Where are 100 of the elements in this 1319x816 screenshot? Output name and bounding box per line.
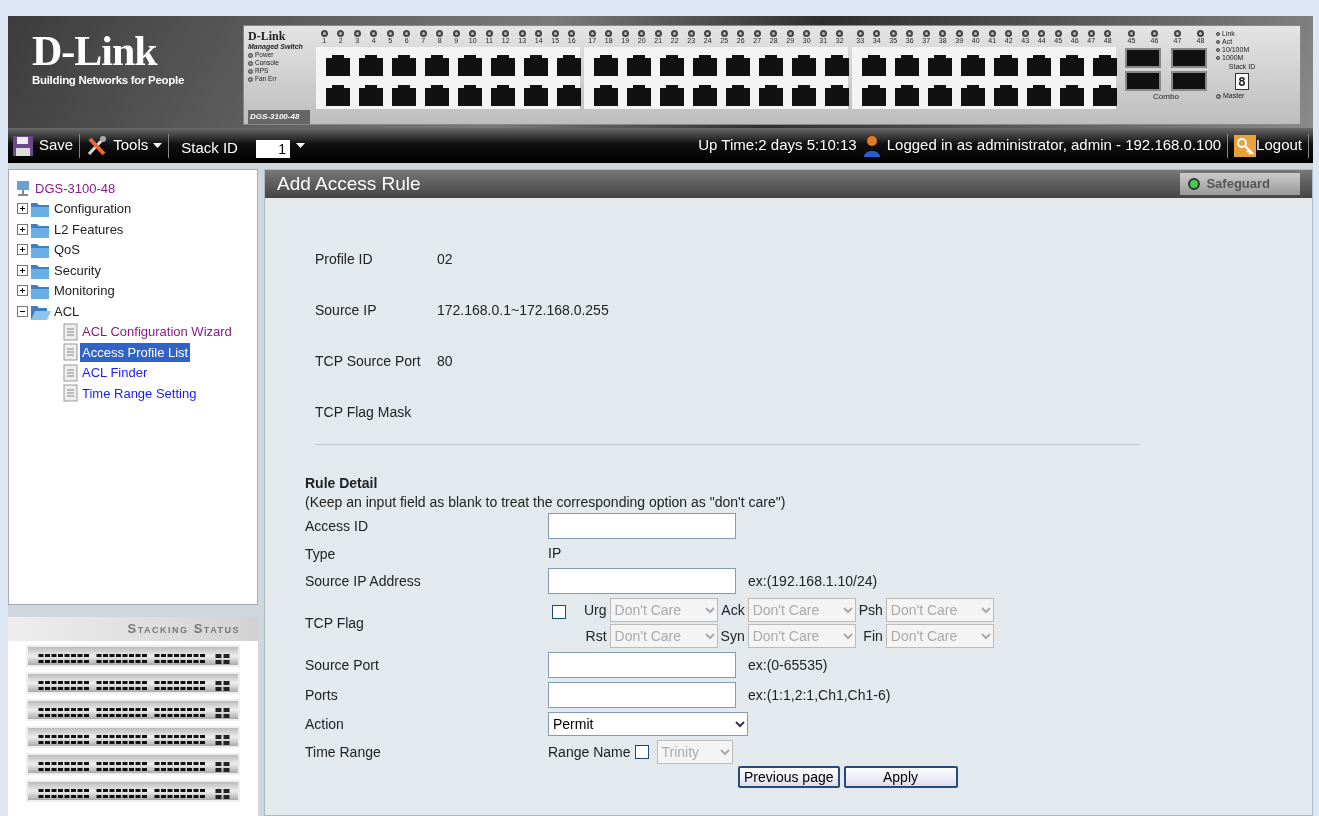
- tree-link[interactable]: Time Range Setting: [80, 383, 199, 403]
- expand-icon[interactable]: [17, 244, 28, 256]
- port-led-icon: [704, 30, 712, 37]
- apply-button[interactable]: Apply: [843, 766, 958, 788]
- stack-id-select[interactable]: 1: [255, 139, 290, 158]
- logout-button[interactable]: Logout: [1234, 134, 1302, 157]
- port-led-icon: [955, 30, 963, 37]
- port-led-icon: [518, 30, 526, 37]
- switch-unit-drawing[interactable]: [26, 699, 240, 721]
- tools-menu-button[interactable]: Tools: [86, 134, 163, 157]
- port-led-icon: [452, 30, 460, 37]
- status-led-icon: [1216, 56, 1220, 60]
- field-label: Profile ID: [315, 250, 374, 269]
- uptime-text: Up Time:2 days 5:10:13: [698, 135, 857, 156]
- save-button[interactable]: Save: [12, 134, 74, 157]
- tree-folder-label[interactable]: ACL: [54, 301, 80, 321]
- port-led-icon: [568, 30, 576, 37]
- port-led-icon: [502, 30, 510, 37]
- port-led-icon: [1174, 30, 1181, 37]
- dropdown-select[interactable]: Permit: [548, 712, 748, 736]
- page-icon: [63, 384, 78, 403]
- safeguard-label: Safeguard: [1206, 175, 1270, 194]
- port-led-icon: [671, 30, 679, 37]
- page-icon: [63, 343, 78, 362]
- format-hint: ex:(192.168.1.10/24): [748, 571, 878, 591]
- port-led-icon: [419, 30, 427, 37]
- tagline: Building Networks for People: [32, 73, 185, 88]
- port-led-icon: [906, 30, 914, 37]
- logo-text: D-Link: [32, 30, 159, 72]
- switch-unit-drawing[interactable]: [26, 726, 240, 748]
- status-led-icon: [1216, 32, 1220, 36]
- text-input-field[interactable]: [548, 652, 736, 678]
- section-heading: Rule Detail: [305, 474, 379, 493]
- format-hint: ex:(1:1,2:1,Ch1,Ch1-6): [748, 685, 891, 705]
- previous-page-button[interactable]: Previous page: [738, 766, 840, 788]
- switch-unit-drawing[interactable]: [26, 645, 240, 667]
- expand-icon[interactable]: [17, 223, 28, 235]
- tree-link[interactable]: ACL Configuration Wizard: [80, 322, 234, 342]
- expand-icon[interactable]: [17, 264, 28, 276]
- port-led-icon: [687, 30, 695, 37]
- status-led-icon: [248, 60, 253, 66]
- stacking-status-heading: Stacking Status: [8, 617, 258, 641]
- tree-folder-label[interactable]: Monitoring: [54, 281, 115, 301]
- port-led-icon: [1104, 30, 1112, 37]
- range-name-label: Range Name: [548, 742, 631, 762]
- switch-unit-drawing[interactable]: [26, 672, 240, 694]
- port-led-icon: [535, 30, 543, 37]
- field-label: Type: [305, 544, 337, 563]
- tree-link[interactable]: Access Profile List: [80, 342, 191, 362]
- field-label: Source IP: [315, 301, 378, 320]
- flag-label: Urg: [584, 600, 607, 620]
- port-led-icon: [403, 30, 411, 37]
- field-label: Source IP Address: [305, 571, 422, 591]
- status-led-icon: [1216, 48, 1220, 52]
- tree-folder-label[interactable]: Configuration: [54, 199, 132, 219]
- stack-id-label: Stack ID: [181, 138, 238, 159]
- field-label: TCP Flag: [305, 613, 365, 633]
- port-led-icon: [320, 30, 328, 37]
- field-label: Ports: [305, 685, 339, 705]
- tree-folder-label[interactable]: QoS: [54, 240, 80, 260]
- sfp-port-icon: [1171, 71, 1207, 91]
- collapse-icon[interactable]: [17, 305, 28, 317]
- text-input-field[interactable]: [548, 568, 736, 594]
- flag-label: Psh: [858, 600, 883, 620]
- page-icon: [63, 363, 78, 382]
- switch-unit-drawing[interactable]: [26, 753, 240, 775]
- port-led-icon: [1071, 30, 1079, 37]
- port-led-icon: [638, 30, 646, 37]
- port-led-icon: [621, 30, 629, 37]
- field-value: 80: [437, 352, 453, 371]
- key-icon: [1234, 134, 1257, 157]
- field-value: 172.168.0.1~172.168.0.255: [437, 301, 609, 320]
- expand-icon[interactable]: [17, 203, 28, 215]
- expand-icon[interactable]: [17, 285, 28, 297]
- port-led-icon: [836, 30, 844, 37]
- field-label: Access ID: [305, 516, 369, 536]
- flag-label: Syn: [720, 626, 745, 646]
- switch-unit-drawing[interactable]: [26, 780, 240, 802]
- tree-folder-label[interactable]: L2 Features: [54, 219, 124, 239]
- network-device-icon: [15, 179, 31, 197]
- text-input-field[interactable]: [548, 513, 736, 539]
- page-icon: [63, 322, 78, 341]
- field-label: Source Port: [305, 655, 380, 675]
- port-led-icon: [803, 30, 811, 37]
- text-input-field[interactable]: [548, 682, 736, 708]
- checkbox[interactable]: [552, 605, 566, 619]
- flag-label: Fin: [862, 626, 883, 646]
- port-led-icon: [588, 30, 596, 37]
- sfp-port-icon: [1125, 48, 1161, 68]
- caret-icon: [153, 143, 163, 148]
- port-led-icon: [737, 30, 745, 37]
- format-hint: ex:(0-65535): [748, 655, 828, 675]
- tree-link[interactable]: ACL Finder: [80, 363, 150, 383]
- status-led-icon: [248, 76, 253, 82]
- tree-root-link[interactable]: DGS-3100-48: [33, 178, 118, 198]
- combo-label: Combo: [1152, 91, 1180, 103]
- tree-folder-label[interactable]: Security: [54, 260, 101, 280]
- port-led-icon: [469, 30, 477, 37]
- port-led-icon: [819, 30, 827, 37]
- field-label: TCP Flag Mask: [315, 403, 413, 422]
